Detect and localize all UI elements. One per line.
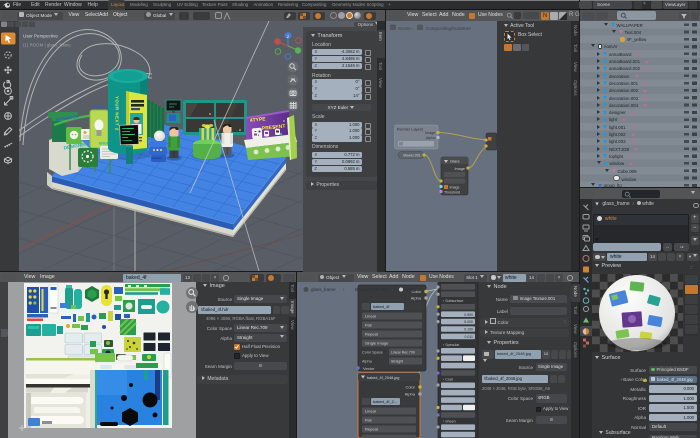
- svg-text:5.000: 5.000: [464, 320, 473, 324]
- svg-text:› Sheen: › Sheen: [443, 419, 456, 423]
- svg-text:Threshold: Threshold: [444, 191, 460, 195]
- svg-text:LEVEL 2: LEVEL 2: [92, 105, 106, 109]
- svg-text:0.100: 0.100: [464, 328, 473, 332]
- svg-text:white: white: [405, 287, 416, 292]
- svg-text:Compositing/Nodetree: Compositing/Nodetree: [426, 26, 471, 31]
- svg-text:Image: Image: [450, 186, 460, 190]
- svg-text:Image: Image: [454, 167, 465, 171]
- svg-text:Flat: Flat: [365, 323, 373, 328]
- svg-text:Linear: Linear: [365, 314, 377, 319]
- svg-text:Alpha: Alpha: [411, 296, 422, 301]
- svg-text:baked_4f_2048.jpg: baked_4f_2048.jpg: [367, 376, 399, 380]
- svg-text:Image: Image: [425, 131, 436, 135]
- svg-text:Viewer.001: Viewer.001: [403, 154, 421, 158]
- svg-text:Linear Rec.709: Linear Rec.709: [391, 351, 415, 355]
- svg-text:glass_frame: glass_frame: [311, 287, 336, 292]
- svg-text:Alpha: Alpha: [405, 392, 416, 397]
- svg-text:Repeat: Repeat: [365, 427, 379, 432]
- svg-text:Render Layers: Render Layers: [397, 127, 423, 132]
- svg-text:Single Image: Single Image: [365, 341, 389, 346]
- svg-text:Glare: Glare: [450, 159, 461, 164]
- svg-text:Flat: Flat: [365, 418, 373, 423]
- svg-text:(1) ROOM | glass_frame: (1) ROOM | glass_frame: [23, 43, 71, 48]
- svg-text:BezierCircle.008: BezierCircle.008: [355, 287, 389, 292]
- svg-text:Alpha: Alpha: [362, 360, 373, 364]
- svg-text:Repeat: Repeat: [365, 332, 379, 337]
- svg-text:› Coat: › Coat: [443, 378, 453, 382]
- svg-text:›: ›: [343, 287, 345, 292]
- svg-text:Alpha: Alpha: [426, 136, 437, 140]
- svg-text:0.011: 0.011: [465, 335, 474, 339]
- svg-text:YOUR NEXT 2: YOUR NEXT 2: [115, 96, 120, 131]
- svg-text:› Specular: › Specular: [443, 343, 460, 347]
- svg-text:baked_4f_2...: baked_4f_2...: [373, 399, 397, 404]
- svg-text:Color: Color: [405, 385, 415, 390]
- svg-text:›: ›: [412, 26, 414, 31]
- svg-text:Color Space: Color Space: [362, 351, 383, 355]
- svg-text:User Perspective: User Perspective: [23, 34, 58, 39]
- svg-text:Straight: Straight: [391, 360, 403, 364]
- svg-text:Vector: Vector: [363, 366, 375, 371]
- svg-text:Scene: Scene: [398, 26, 411, 31]
- svg-text:baked_4f: baked_4f: [373, 304, 390, 309]
- svg-text:Linear: Linear: [365, 409, 377, 414]
